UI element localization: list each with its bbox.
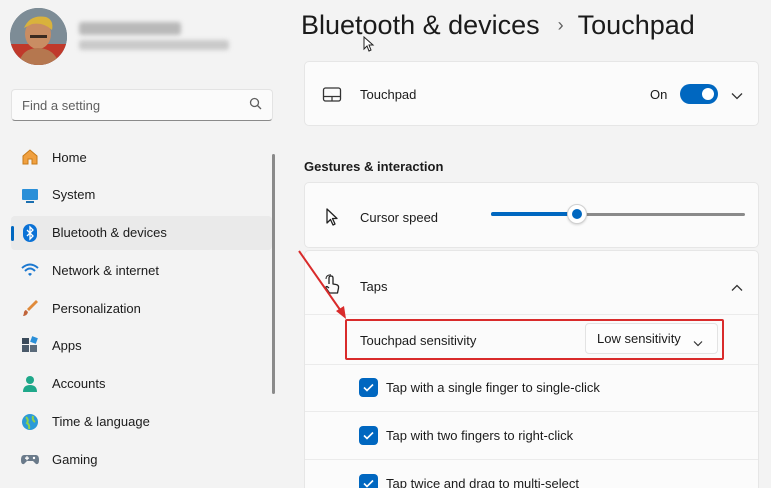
sensitivity-divider (305, 364, 758, 365)
person-icon (20, 374, 40, 394)
taps-card: Taps (304, 250, 759, 488)
nav-item-label: Gaming (52, 451, 98, 467)
gestures-section-title: Gestures & interaction (304, 159, 444, 174)
touchpad-card[interactable]: Touchpad On (304, 61, 759, 126)
nav-item-network[interactable]: Network & internet (11, 253, 272, 287)
gamepad-icon (20, 449, 40, 469)
wifi-icon (20, 260, 40, 280)
tap-drag-multiselect-checkbox[interactable] (359, 474, 378, 488)
single-finger-tap-checkbox[interactable] (359, 378, 378, 397)
nav-item-time-language[interactable]: Time & language (11, 405, 272, 439)
user-email-redacted (79, 40, 229, 50)
annotation-arrow (298, 250, 346, 319)
sidebar-scrollbar[interactable] (272, 154, 275, 394)
apps-icon (20, 336, 40, 356)
two-finger-tap-label: Tap with two fingers to right-click (386, 428, 574, 443)
touchpad-label: Touchpad (360, 87, 417, 102)
nav-item-label: Time & language (52, 414, 150, 430)
search-box[interactable] (11, 89, 273, 121)
nav-item-label: Personalization (52, 300, 141, 316)
nav-item-label: Home (52, 149, 87, 165)
page-title: Bluetooth & devices › Touchpad (301, 10, 695, 41)
checkbox-divider (305, 411, 758, 412)
mouse-cursor (363, 36, 375, 52)
nav-item-gaming[interactable]: Gaming (11, 442, 272, 476)
touchpad-toggle[interactable] (680, 84, 718, 104)
nav-item-home[interactable]: Home (11, 140, 272, 174)
bluetooth-icon (20, 223, 40, 243)
cursor-speed-thumb[interactable] (567, 204, 588, 224)
nav-item-label: Network & internet (52, 262, 159, 278)
breadcrumb-separator: › (557, 15, 564, 35)
checkmark-icon (363, 431, 374, 440)
nav-list: Home System Bluetooth & devices Network … (11, 140, 272, 480)
nav-item-label: System (52, 187, 96, 203)
cursor-speed-card: Cursor speed (304, 182, 759, 248)
cursor-speed-fill (491, 212, 578, 216)
checkmark-icon (363, 383, 374, 392)
touchpad-icon (321, 84, 343, 106)
cursor-speed-label: Cursor speed (360, 210, 439, 225)
nav-item-personalization[interactable]: Personalization (11, 291, 272, 325)
taps-label: Taps (360, 279, 388, 294)
checkbox-divider (305, 459, 758, 460)
checkmark-icon (363, 479, 374, 488)
nav-item-accounts[interactable]: Accounts (11, 367, 272, 401)
taps-divider (305, 314, 758, 315)
chevron-up-icon[interactable] (731, 280, 743, 295)
breadcrumb-current: Touchpad (577, 10, 695, 40)
annotation-highlight-box (345, 319, 724, 360)
system-icon (20, 185, 40, 205)
globe-icon (20, 412, 40, 432)
single-finger-tap-label: Tap with a single finger to single-click (386, 380, 600, 395)
chevron-down-icon[interactable] (731, 88, 743, 103)
user-name-redacted (79, 22, 181, 35)
brush-icon (20, 298, 40, 318)
search-icon[interactable] (249, 97, 262, 113)
nav-item-label: Apps (52, 338, 82, 354)
two-finger-tap-checkbox[interactable] (359, 426, 378, 445)
nav-item-bluetooth-devices[interactable]: Bluetooth & devices (11, 215, 272, 250)
nav-item-apps[interactable]: Apps (11, 329, 272, 363)
nav-item-label: Accounts (52, 376, 106, 392)
avatar[interactable] (10, 8, 67, 65)
breadcrumb-parent[interactable]: Bluetooth & devices (301, 10, 540, 41)
nav-item-system[interactable]: System (11, 178, 272, 212)
home-icon (20, 147, 40, 167)
tap-drag-multiselect-label: Tap twice and drag to multi-select (386, 476, 579, 488)
sidebar: Home System Bluetooth & devices Network … (0, 0, 284, 488)
nav-item-label: Bluetooth & devices (52, 225, 167, 241)
touchpad-state-label: On (650, 87, 668, 102)
search-input[interactable] (22, 97, 249, 113)
cursor-icon (321, 206, 343, 228)
